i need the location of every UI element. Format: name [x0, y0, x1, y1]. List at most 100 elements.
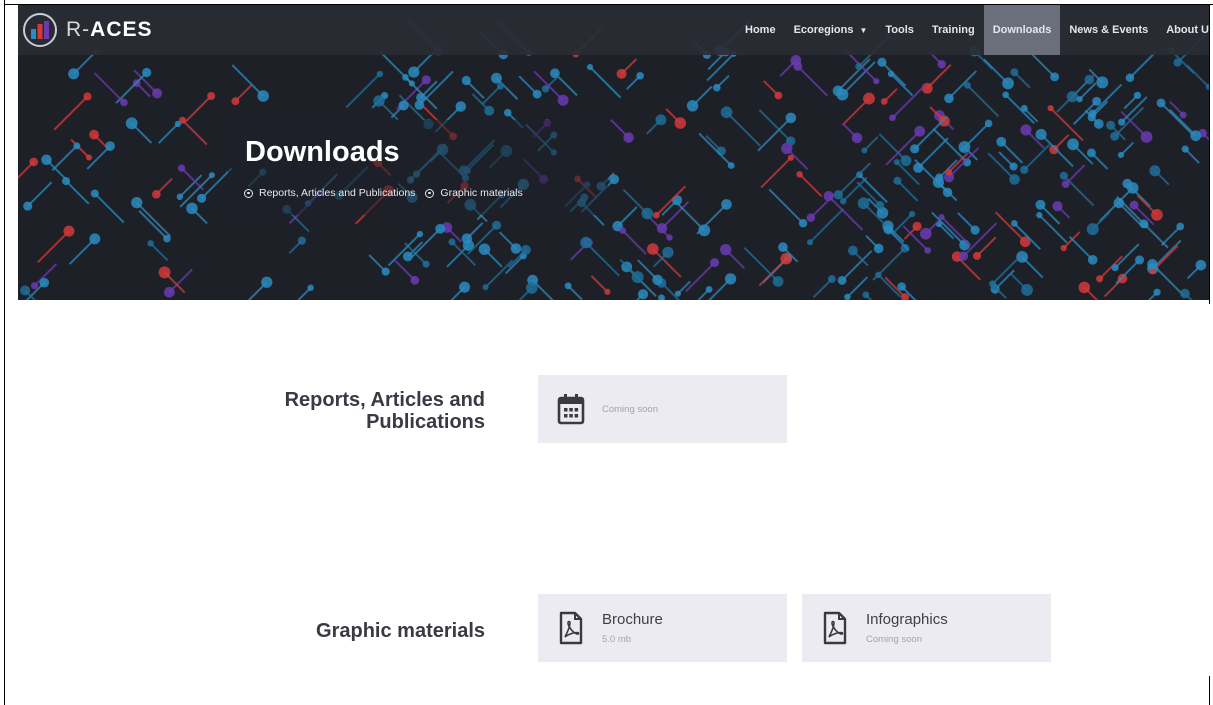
nav-downloads[interactable]: Downloads: [983, 5, 1061, 55]
anchor-link-reports[interactable]: Reports, Articles and Publications: [244, 187, 415, 199]
pattern-node: [186, 202, 198, 215]
pattern-node: [89, 233, 101, 245]
reports-card[interactable]: Coming soon: [538, 375, 787, 443]
pattern-node: [662, 246, 674, 259]
pattern-node: [1180, 288, 1190, 299]
pattern-node: [727, 162, 735, 169]
pattern-node: [416, 230, 424, 238]
pattern-node: [1067, 138, 1079, 151]
pattern-node: [29, 157, 39, 167]
pattern-node: [839, 198, 847, 205]
pattern-node: [455, 101, 467, 112]
pattern-node: [461, 233, 473, 244]
pattern-node: [1134, 255, 1145, 265]
pattern-node: [652, 211, 660, 219]
pattern-node: [774, 91, 783, 100]
pattern-node: [724, 273, 737, 285]
pattern-link: [896, 180, 919, 202]
nav-tools[interactable]: Tools: [876, 5, 923, 55]
pattern-node: [564, 282, 572, 290]
reports-card-status: Coming soon: [602, 403, 658, 415]
pattern-node: [448, 238, 456, 246]
pattern-link: [1129, 51, 1157, 79]
pattern-node: [889, 114, 896, 122]
pattern-node: [1050, 72, 1060, 82]
pattern-node: [827, 275, 836, 283]
pattern-node: [877, 57, 887, 67]
pattern-node: [666, 234, 673, 241]
pattern-link: [411, 228, 441, 258]
pattern-node: [924, 247, 932, 254]
pattern-node: [674, 117, 687, 129]
pattern-node: [900, 155, 912, 167]
pattern-node: [623, 132, 634, 143]
caret-down-icon: ▼: [859, 25, 868, 35]
pattern-node: [1021, 284, 1033, 296]
pattern-node: [1016, 251, 1028, 263]
pattern-node: [686, 100, 699, 112]
pattern-node: [847, 245, 858, 256]
anchor-link-graphic-materials[interactable]: Graphic materials: [425, 187, 523, 199]
pattern-node: [492, 220, 502, 230]
pattern-node: [1117, 273, 1128, 284]
pattern-link: [931, 211, 966, 246]
pattern-link: [760, 157, 792, 189]
pattern-link: [158, 123, 179, 144]
pattern-node: [503, 108, 512, 117]
pattern-node: [1140, 131, 1153, 143]
nav-about[interactable]: About U: [1157, 5, 1209, 55]
pattern-node: [778, 242, 788, 252]
pattern-link: [585, 241, 620, 277]
pattern-node: [938, 213, 945, 221]
pattern-node: [1086, 223, 1099, 236]
pattern-node: [655, 114, 667, 126]
pattern-node: [163, 286, 175, 298]
pattern-node: [989, 280, 997, 288]
pattern-link: [1078, 82, 1097, 100]
pattern-node: [174, 120, 182, 128]
nav-home[interactable]: Home: [736, 5, 785, 55]
pattern-node: [908, 210, 916, 218]
logo-text: R-ACES: [66, 18, 153, 41]
pattern-node: [837, 276, 847, 285]
pattern-node: [716, 146, 726, 156]
pattern-node: [532, 89, 542, 99]
pattern-node: [1002, 91, 1009, 99]
pattern-node: [1076, 96, 1083, 103]
pattern-node: [521, 244, 531, 255]
pattern-node: [959, 239, 970, 251]
pattern-node: [1179, 111, 1187, 119]
pattern-link: [94, 192, 125, 224]
pattern-link: [136, 201, 172, 238]
pattern-node: [1092, 96, 1102, 106]
pattern-node: [1009, 174, 1020, 185]
nav-ecoregions[interactable]: Ecoregions ▼: [785, 5, 877, 55]
brochure-card[interactable]: Brochure 5.0 mb: [538, 594, 787, 662]
pattern-node: [970, 225, 980, 235]
nav-news-events[interactable]: News & Events: [1060, 5, 1157, 55]
pattern-node: [1149, 165, 1161, 177]
infographics-card[interactable]: Infographics Coming soon: [802, 594, 1051, 662]
circle-dot-icon: [244, 188, 253, 198]
pattern-node: [958, 251, 969, 261]
pattern-node: [1078, 281, 1091, 294]
pattern-link: [877, 274, 902, 298]
infographics-label: Infographics: [866, 611, 948, 628]
pattern-node: [1125, 73, 1135, 83]
pattern-node: [257, 90, 269, 102]
pattern-node: [921, 82, 933, 94]
circle-dot-icon: [425, 188, 435, 198]
pattern-node: [1176, 222, 1185, 231]
site-logo[interactable]: R-ACES: [22, 12, 153, 48]
pattern-node: [721, 199, 732, 210]
pattern-node: [1020, 124, 1032, 136]
nav-training[interactable]: Training: [923, 5, 984, 55]
pattern-link: [297, 287, 312, 300]
pattern-node: [710, 258, 720, 268]
pattern-node: [586, 63, 594, 71]
pattern-node: [208, 172, 215, 179]
pattern-node: [781, 142, 793, 155]
pattern-node: [414, 100, 425, 110]
brochure-file-size: 5.0 mb: [602, 634, 632, 645]
pattern-node: [1086, 148, 1096, 158]
